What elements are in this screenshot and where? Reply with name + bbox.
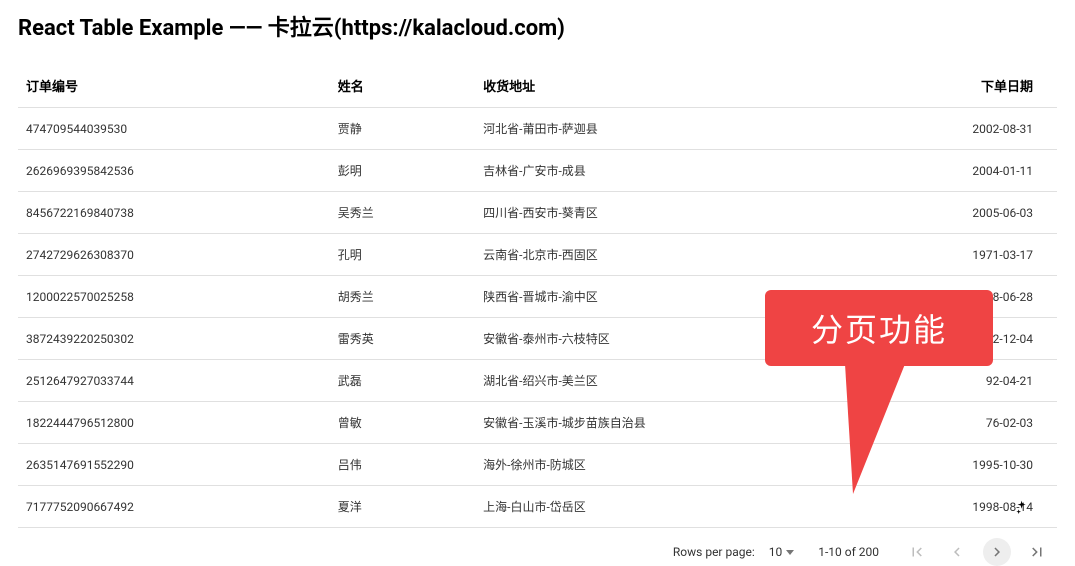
- pagination-nav: [903, 538, 1051, 566]
- cell-name: 吴秀兰: [330, 192, 475, 234]
- cell-name: 孔明: [330, 234, 475, 276]
- col-header-id[interactable]: 订单编号: [18, 64, 330, 108]
- cell-address: 云南省-北京市-西固区: [475, 234, 911, 276]
- table-row[interactable]: 2742729626308370孔明云南省-北京市-西固区1971-03-17: [18, 234, 1057, 276]
- annotation-text: 分页功能: [811, 305, 947, 351]
- chevron-right-icon: [988, 543, 1006, 561]
- cell-date: 2004-01-11: [912, 150, 1057, 192]
- col-header-name[interactable]: 姓名: [330, 64, 475, 108]
- first-page-icon: [908, 543, 926, 561]
- cell-date: 2005-06-03: [912, 192, 1057, 234]
- cell-date: 1971-03-17: [912, 234, 1057, 276]
- last-page-icon: [1028, 543, 1046, 561]
- next-page-button[interactable]: [983, 538, 1011, 566]
- cell-date: 1998-08-14: [912, 486, 1057, 528]
- cell-date: 1995-10-30: [912, 444, 1057, 486]
- rows-per-page: Rows per page: 10: [673, 545, 794, 559]
- table-header-row: 订单编号 姓名 收货地址 下单日期: [18, 64, 1057, 108]
- table-row[interactable]: 8456722169840738吴秀兰四川省-西安市-葵青区2005-06-03: [18, 192, 1057, 234]
- cell-name: 贾静: [330, 108, 475, 150]
- cell-name: 彭明: [330, 150, 475, 192]
- cell-date: 2002-08-31: [912, 108, 1057, 150]
- cell-id: 2512647927033744: [18, 360, 330, 402]
- caret-down-icon: [786, 550, 794, 555]
- cursor-icon: [1013, 499, 1029, 515]
- rows-per-page-select[interactable]: 10: [769, 545, 795, 559]
- cell-id: 3872439220250302: [18, 318, 330, 360]
- cell-address: 四川省-西安市-葵青区: [475, 192, 911, 234]
- rows-per-page-label: Rows per page:: [673, 545, 755, 559]
- cell-id: 1822444796512800: [18, 402, 330, 444]
- cell-id: 2635147691552290: [18, 444, 330, 486]
- first-page-button[interactable]: [903, 538, 931, 566]
- cell-name: 曾敏: [330, 402, 475, 444]
- cell-address: 吉林省-广安市-成县: [475, 150, 911, 192]
- pagination-bar: Rows per page: 10 1-10 of 200: [0, 528, 1075, 566]
- prev-page-button[interactable]: [943, 538, 971, 566]
- last-page-button[interactable]: [1023, 538, 1051, 566]
- rows-per-page-value: 10: [769, 545, 783, 559]
- annotation-callout: 分页功能: [765, 290, 993, 366]
- cell-id: 474709544039530: [18, 108, 330, 150]
- cell-address: 河北省-莆田市-萨迦县: [475, 108, 911, 150]
- cell-name: 胡秀兰: [330, 276, 475, 318]
- cell-id: 1200022570025258: [18, 276, 330, 318]
- cell-id: 7177752090667492: [18, 486, 330, 528]
- page-title: React Table Example —— 卡拉云(https://kalac…: [18, 10, 1057, 42]
- table-row[interactable]: 474709544039530贾静河北省-莆田市-萨迦县2002-08-31: [18, 108, 1057, 150]
- chevron-left-icon: [948, 543, 966, 561]
- cell-name: 夏洋: [330, 486, 475, 528]
- cell-name: 雷秀英: [330, 318, 475, 360]
- col-header-date[interactable]: 下单日期: [912, 64, 1057, 108]
- cell-name: 武磊: [330, 360, 475, 402]
- col-header-address[interactable]: 收货地址: [475, 64, 911, 108]
- cell-id: 2742729626308370: [18, 234, 330, 276]
- page-range-text: 1-10 of 200: [818, 545, 879, 559]
- cell-date: 76-02-03: [912, 402, 1057, 444]
- table-row[interactable]: 2626969395842536彭明吉林省-广安市-成县2004-01-11: [18, 150, 1057, 192]
- cell-id: 8456722169840738: [18, 192, 330, 234]
- cell-id: 2626969395842536: [18, 150, 330, 192]
- cell-name: 吕伟: [330, 444, 475, 486]
